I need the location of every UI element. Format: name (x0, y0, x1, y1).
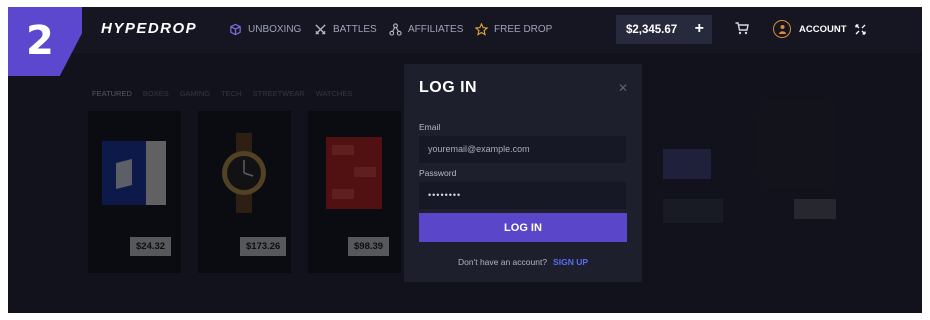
product-image-blurred (663, 199, 723, 223)
login-modal: LOG IN ✕ Email youremail@example.com Pas… (404, 64, 642, 282)
balance-amount: $2,345.67 (626, 23, 678, 36)
red-box-icon (326, 137, 382, 209)
step-number: 2 (26, 18, 54, 64)
nav-label: UNBOXING (248, 24, 302, 35)
password-field[interactable]: •••••••• (419, 182, 626, 209)
nav-label: FREE DROP (494, 24, 553, 35)
user-icon (778, 25, 786, 34)
category-tabs: FEATURED BOXES GAMING TECH STREETWEAR WA… (92, 89, 352, 98)
product-card[interactable]: $173.26 (198, 111, 291, 273)
account-label: ACCOUNT (799, 23, 847, 35)
signup-prompt: Don't have an account? (458, 257, 548, 267)
tab-boxes[interactable]: BOXES (143, 89, 169, 98)
tab-gaming[interactable]: GAMING (180, 89, 210, 98)
product-image-blurred (663, 149, 711, 179)
tab-tech[interactable]: TECH (221, 89, 241, 98)
nav-free-drop[interactable]: FREE DROP (475, 23, 552, 36)
cart-icon (735, 22, 749, 35)
nav-affiliates[interactable]: AFFILIATES (389, 23, 463, 36)
price-tag: $173.26 (240, 237, 287, 256)
price-tag: $98.39 (348, 237, 390, 256)
app-frame: 2 HYPEDROP UNBOXING BATTLES AFFILIATES F… (8, 7, 922, 313)
product-image-blurred (758, 99, 838, 189)
nav-unboxing[interactable]: UNBOXING (229, 23, 301, 36)
box-icon (230, 23, 241, 36)
nav-label: BATTLES (333, 24, 377, 35)
balance-display[interactable]: $2,345.67 + (616, 15, 712, 44)
top-navbar: HYPEDROP UNBOXING BATTLES AFFILIATES FRE… (8, 7, 922, 53)
tab-streetwear[interactable]: STREETWEAR (253, 89, 305, 98)
product-image-blurred (794, 199, 836, 219)
close-icon[interactable]: ✕ (618, 81, 628, 95)
login-button[interactable]: LOG IN (419, 213, 627, 242)
price-tag: $24.32 (130, 237, 172, 256)
nav-label: AFFILIATES (408, 24, 464, 35)
crossed-swords-icon (315, 24, 326, 35)
network-icon (389, 23, 402, 36)
watch-icon (222, 133, 266, 213)
avatar (773, 20, 791, 38)
nav-battles[interactable]: BATTLES (314, 23, 377, 36)
logo[interactable]: HYPEDROP (101, 20, 197, 37)
account-menu[interactable]: ACCOUNT (773, 20, 866, 38)
cart-button[interactable] (735, 22, 749, 40)
tab-watches[interactable]: WATCHES (316, 89, 353, 98)
email-label: Email (419, 122, 441, 132)
product-card[interactable]: $98.39 (308, 111, 401, 273)
signup-prompt-line: Don't have an account? SIGN UP (404, 257, 642, 267)
signup-link[interactable]: SIGN UP (553, 257, 588, 267)
password-label: Password (419, 168, 457, 178)
product-card[interactable]: $24.32 (88, 111, 181, 273)
add-funds-button[interactable]: + (695, 20, 704, 38)
tab-featured[interactable]: FEATURED (92, 89, 132, 98)
modal-title: LOG IN (419, 79, 478, 96)
star-icon (475, 23, 488, 36)
console-box-icon (102, 141, 166, 205)
email-field[interactable]: youremail@example.com (419, 136, 626, 163)
expand-arrows-icon[interactable] (854, 23, 866, 35)
